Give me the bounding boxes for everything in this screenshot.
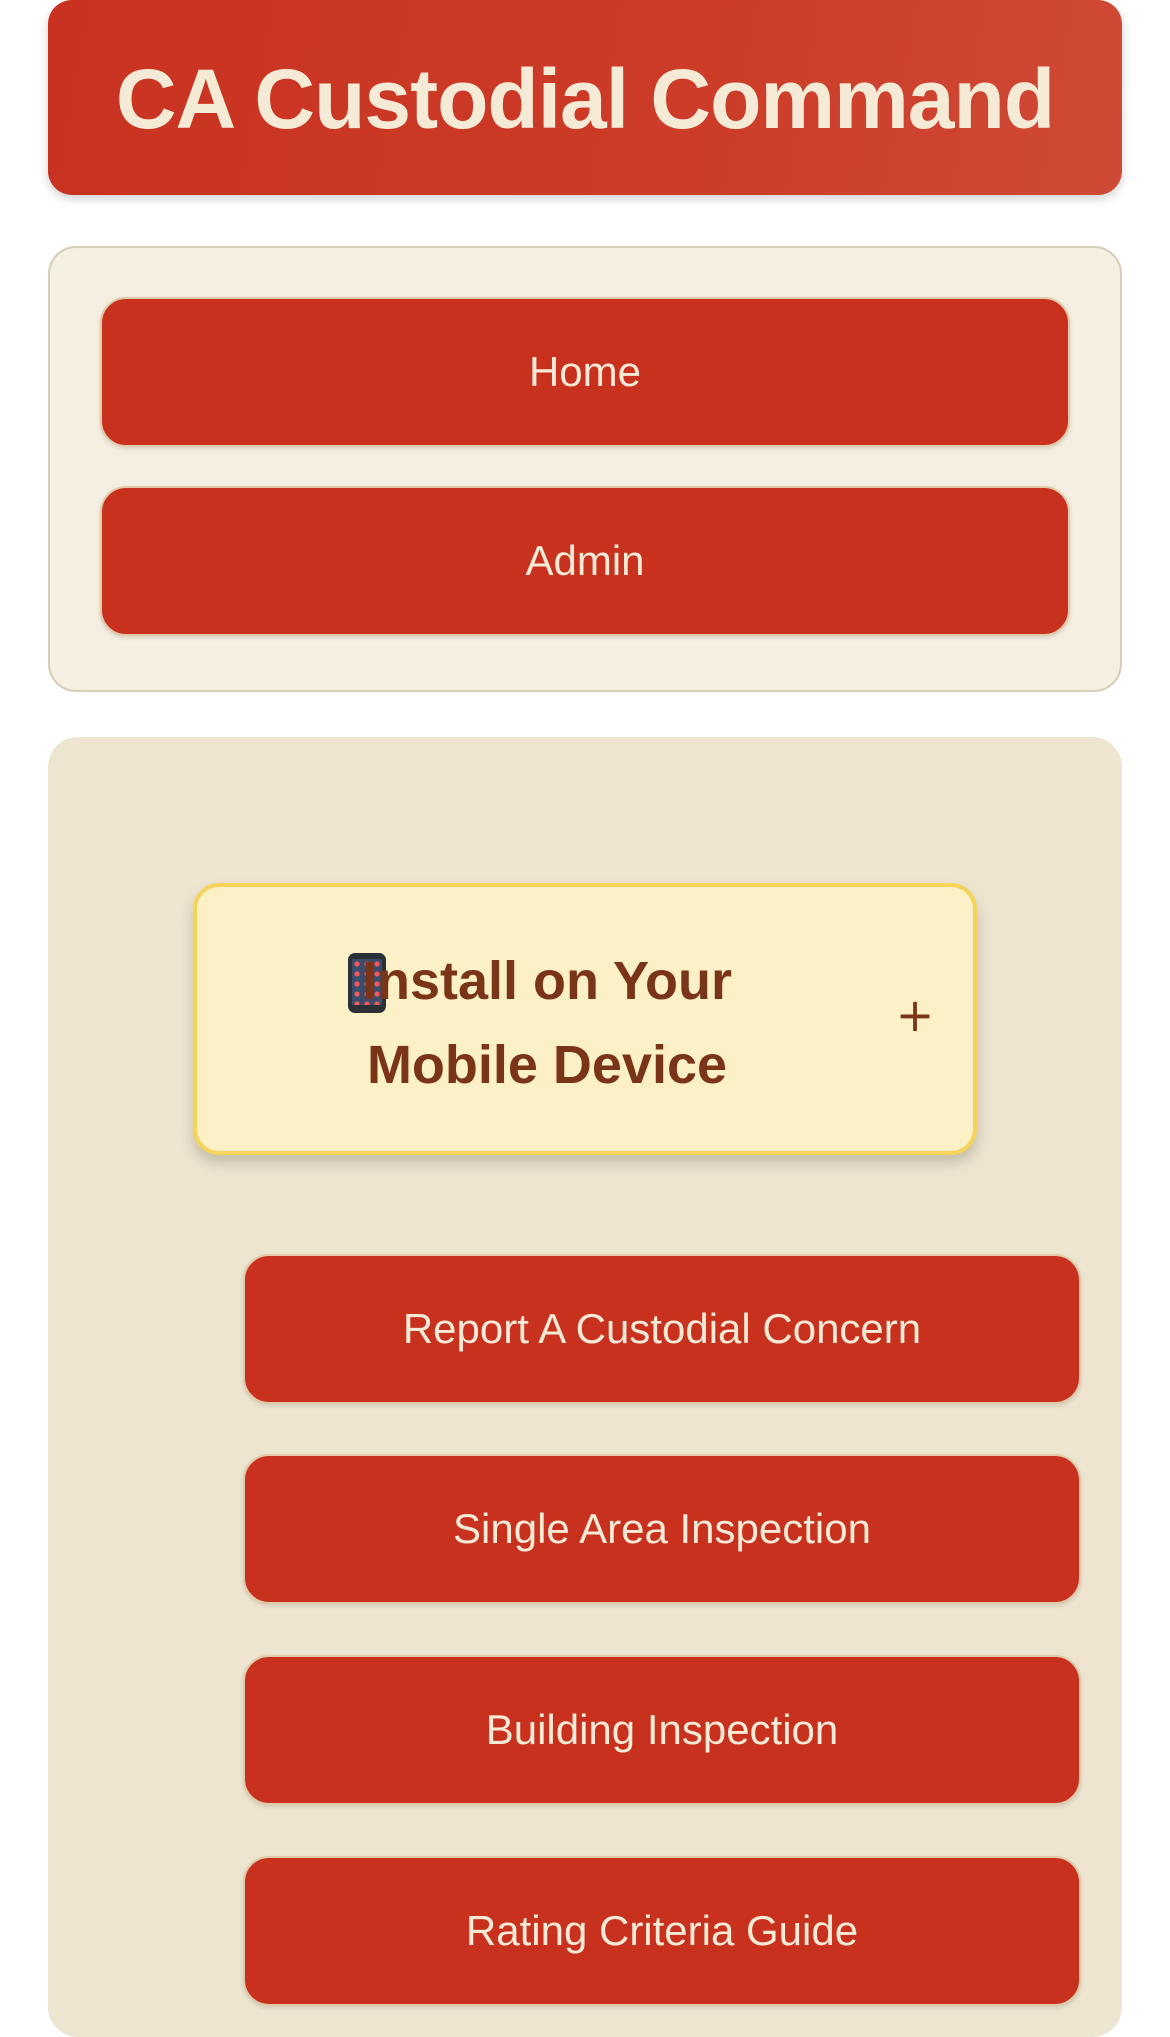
app-header: CA Custodial Command — [48, 0, 1122, 195]
navigation-card: Home Admin — [48, 246, 1122, 692]
rating-criteria-guide-button[interactable]: Rating Criteria Guide — [243, 1856, 1081, 2006]
building-inspection-button[interactable]: Building Inspection — [243, 1655, 1081, 1805]
app-title: CA Custodial Command — [115, 52, 1055, 146]
single-area-inspection-button[interactable]: Single Area Inspection — [243, 1454, 1081, 1604]
report-concern-button[interactable]: Report A Custodial Concern — [243, 1254, 1081, 1404]
main-content-card: Install on Your Mobile Device + Report A… — [48, 737, 1122, 2037]
plus-icon[interactable]: + — [891, 991, 939, 1039]
install-mobile-card[interactable]: Install on Your Mobile Device + — [193, 883, 977, 1155]
install-label: Install on Your Mobile Device — [361, 951, 733, 1095]
admin-button[interactable]: Admin — [100, 486, 1070, 636]
home-button[interactable]: Home — [100, 297, 1070, 447]
